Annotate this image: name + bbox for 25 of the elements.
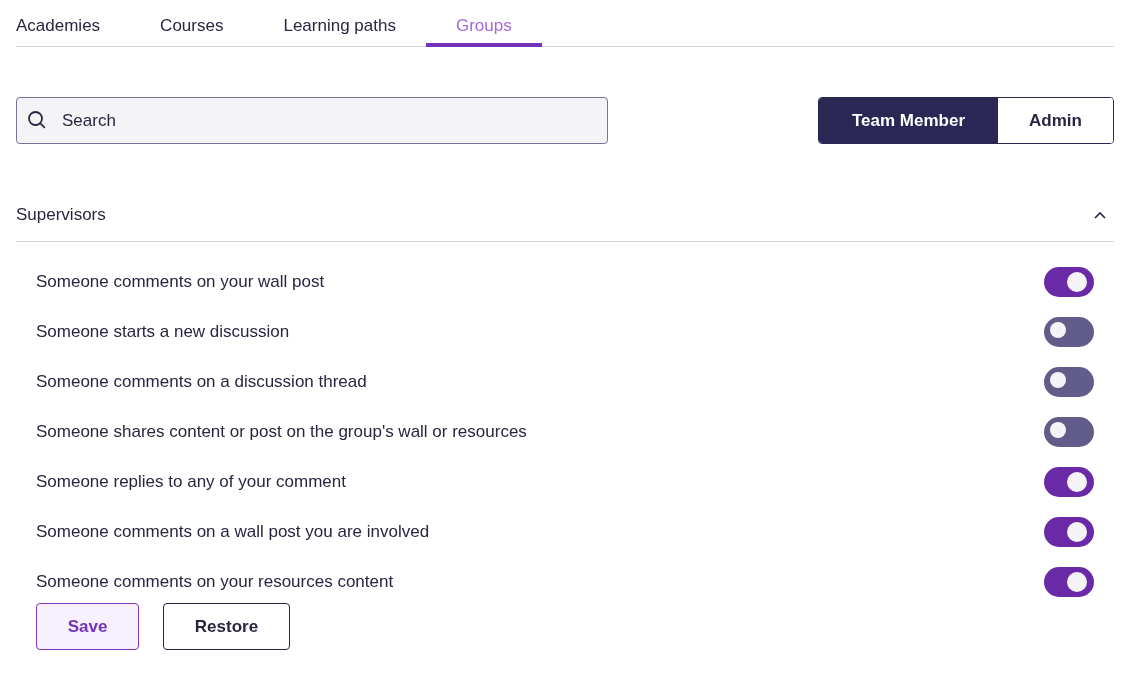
setting-label: Someone comments on a wall post you are involved xyxy=(36,521,430,544)
setting-label: Someone comments on your wall post xyxy=(36,271,325,294)
chevron-icon[interactable] xyxy=(1094,211,1106,219)
setting-label: Someone starts a new discussion xyxy=(36,321,290,344)
toggle-switch[interactable] xyxy=(1044,517,1094,547)
setting-label: Someone comments on a discussion thread xyxy=(36,371,367,394)
toggle-switch[interactable] xyxy=(1044,317,1094,347)
setting-label: Someone comments on your resources content xyxy=(36,571,394,594)
tab[interactable]: Groups xyxy=(425,0,542,47)
tab[interactable]: Academies xyxy=(16,0,101,47)
section-title: Supervisors xyxy=(16,204,106,227)
tab[interactable]: Learning paths xyxy=(283,0,396,47)
toggle-switch[interactable] xyxy=(1044,567,1094,597)
setting-label: Someone shares content or post on the group's wall or resources xyxy=(36,421,527,444)
setting-label: Someone replies to any of your comment xyxy=(36,471,346,494)
search-field[interactable]: Search xyxy=(16,97,608,144)
save-button[interactable]: Save xyxy=(36,603,139,650)
search-icon xyxy=(27,110,47,130)
restore-button[interactable]: Restore xyxy=(163,603,290,650)
toggle-switch[interactable] xyxy=(1044,267,1094,297)
toggle-switch[interactable] xyxy=(1044,467,1094,497)
tab[interactable]: Courses xyxy=(160,0,224,47)
toggle-switch[interactable] xyxy=(1044,417,1094,447)
role-toggle-button[interactable]: Team Member xyxy=(819,98,998,143)
toggle-switch[interactable] xyxy=(1044,367,1094,397)
